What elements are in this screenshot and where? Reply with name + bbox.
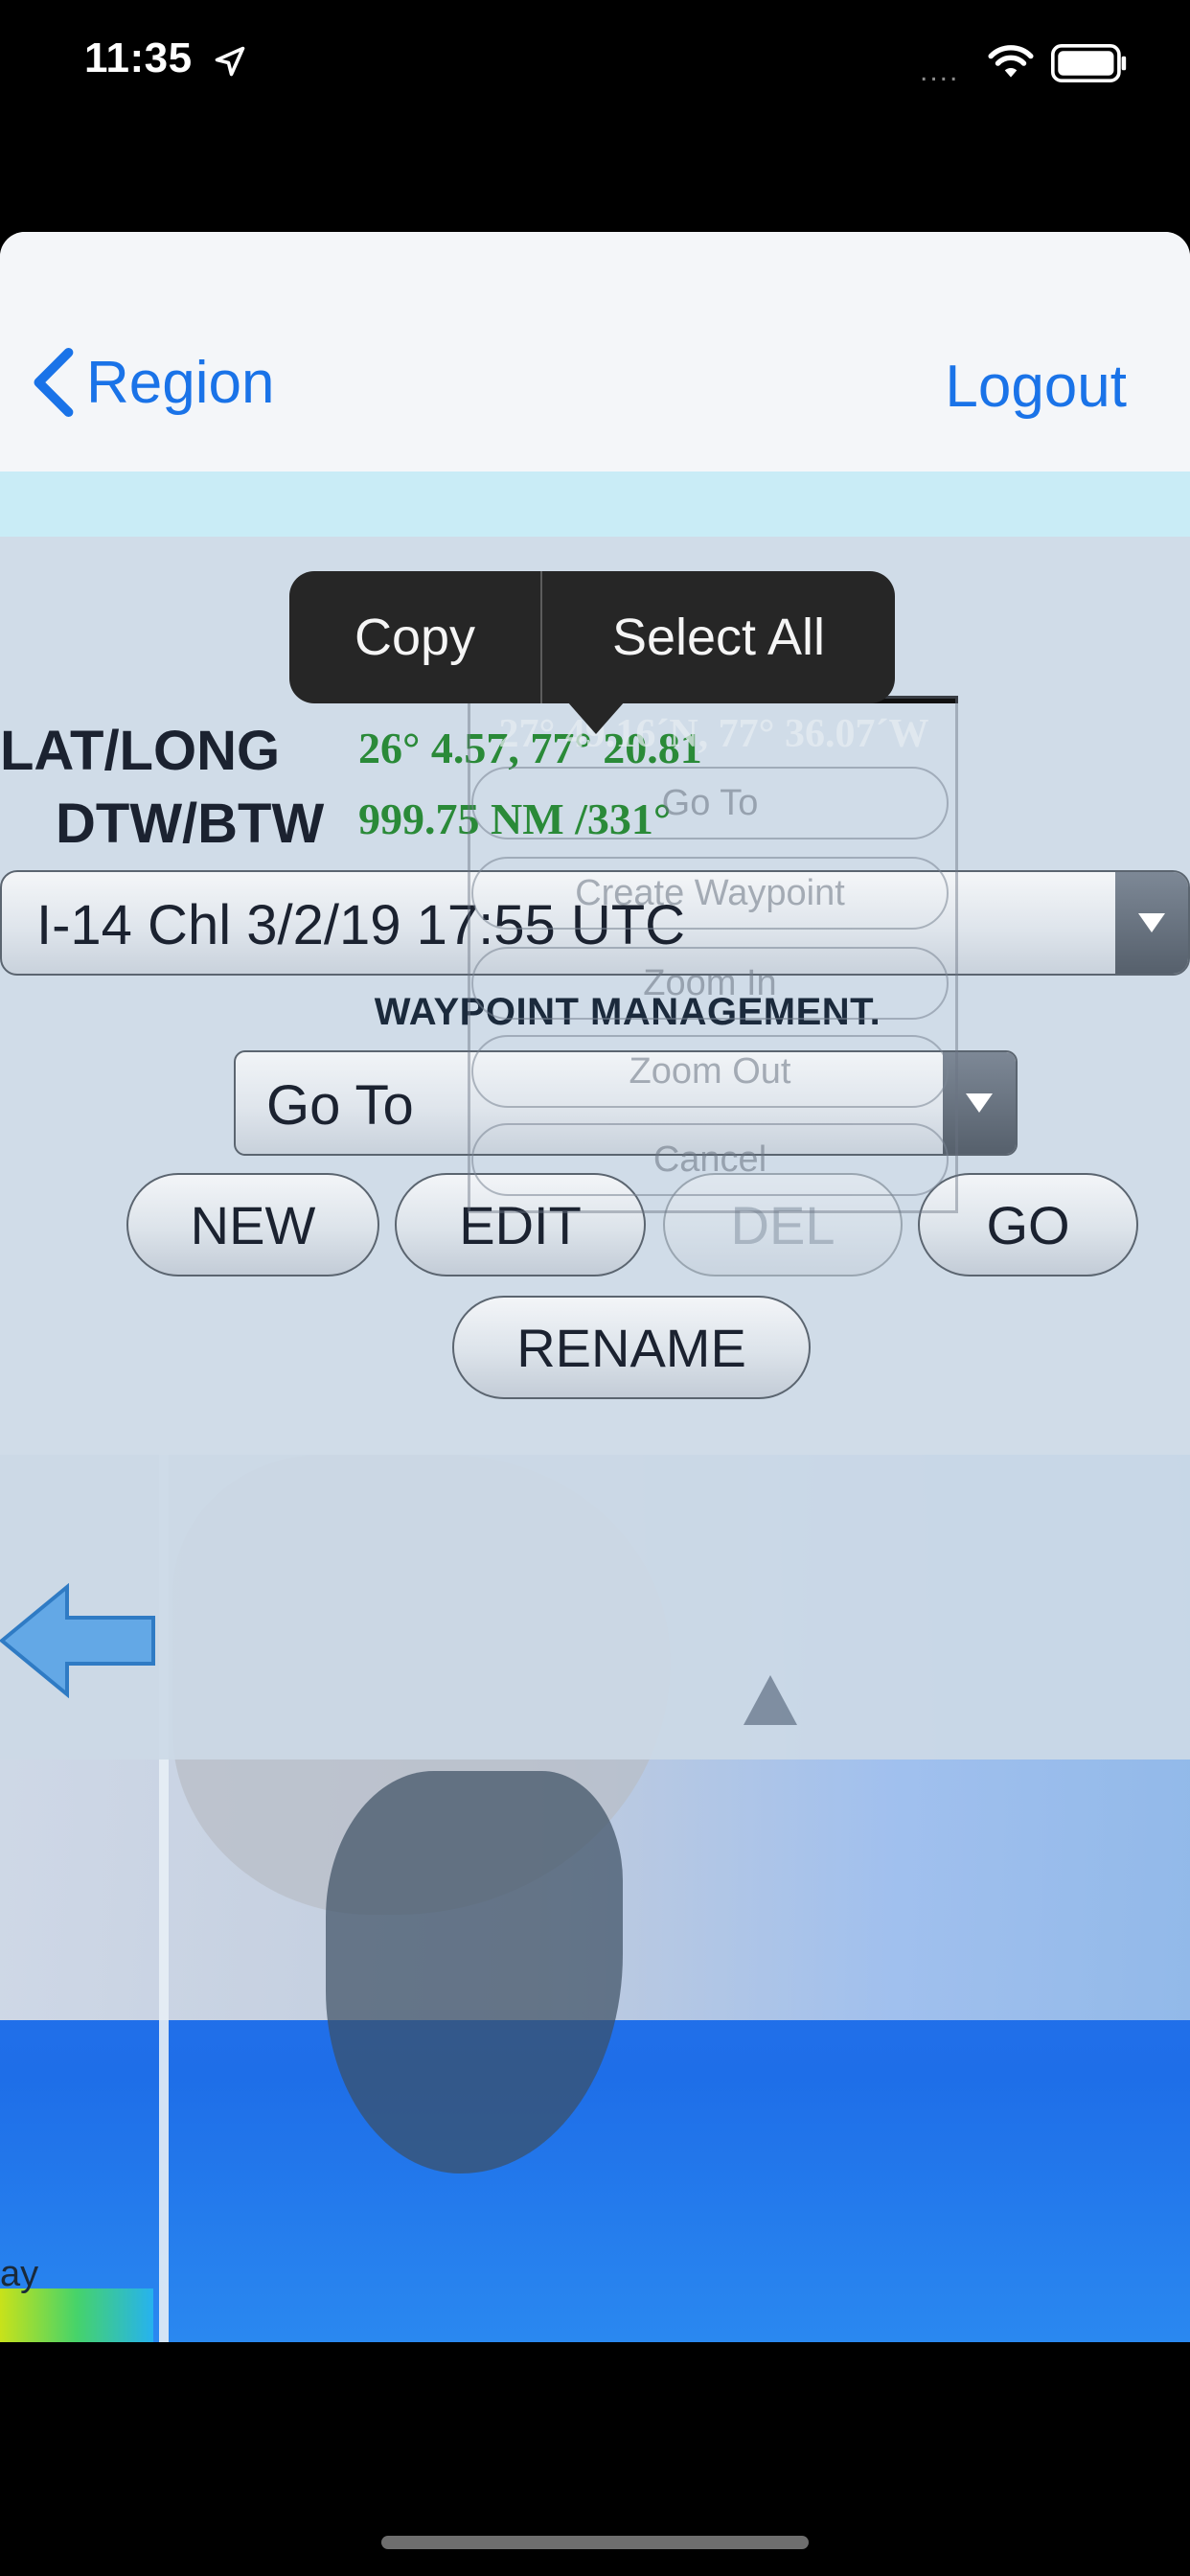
chevron-down-icon[interactable] bbox=[1115, 872, 1188, 974]
ghost-menu-item: Zoom In bbox=[471, 947, 949, 1020]
location-arrow-icon bbox=[215, 46, 245, 77]
signal-icon: .... bbox=[920, 56, 960, 87]
position-marker-icon bbox=[744, 1675, 797, 1725]
rename-waypoint-button[interactable]: RENAME bbox=[452, 1296, 811, 1399]
map-precip-area bbox=[0, 2288, 153, 2342]
navigation-bar: Region Logout bbox=[0, 232, 1190, 473]
back-button-label: Region bbox=[86, 349, 275, 416]
select-all-button[interactable]: Select All bbox=[542, 571, 895, 703]
ghost-menu-coords: 27° 49.16´N, 77° 36.07´W bbox=[498, 712, 929, 756]
device-notch bbox=[292, 0, 898, 84]
new-waypoint-button[interactable]: NEW bbox=[126, 1173, 379, 1276]
chevron-left-icon bbox=[34, 347, 74, 418]
ghost-menu-item: Go To bbox=[471, 767, 949, 840]
home-indicator[interactable] bbox=[381, 2536, 809, 2549]
previous-arrow-icon[interactable] bbox=[0, 1583, 163, 1698]
lat-long-label: LAT/LONG bbox=[0, 720, 281, 782]
app-sheet: Region Logout ay LAT/LONG DTW/BTW 26° 4.… bbox=[0, 232, 1190, 2342]
context-menu-pointer bbox=[567, 702, 625, 734]
ghost-menu-item: Cancel bbox=[471, 1123, 949, 1196]
ghost-menu-item: Create Waypoint bbox=[471, 857, 949, 930]
back-button[interactable]: Region bbox=[27, 347, 274, 418]
edit-context-menu: Copy Select All bbox=[289, 571, 895, 703]
wifi-icon bbox=[988, 45, 1034, 78]
map-label: ay bbox=[0, 2254, 39, 2294]
copy-button[interactable]: Copy bbox=[289, 571, 542, 703]
dtw-btw-label: DTW/BTW bbox=[56, 793, 325, 855]
battery-icon bbox=[1051, 44, 1127, 82]
status-time: 11:35 bbox=[84, 34, 193, 81]
waypoint-action-value: Go To bbox=[266, 1074, 414, 1137]
map-storm-area bbox=[326, 1771, 623, 2174]
logout-button[interactable]: Logout bbox=[945, 353, 1127, 421]
ghost-menu-item: Zoom Out bbox=[471, 1035, 949, 1108]
status-bar: 11:35 .... bbox=[0, 0, 1190, 134]
info-strip bbox=[0, 472, 1190, 537]
